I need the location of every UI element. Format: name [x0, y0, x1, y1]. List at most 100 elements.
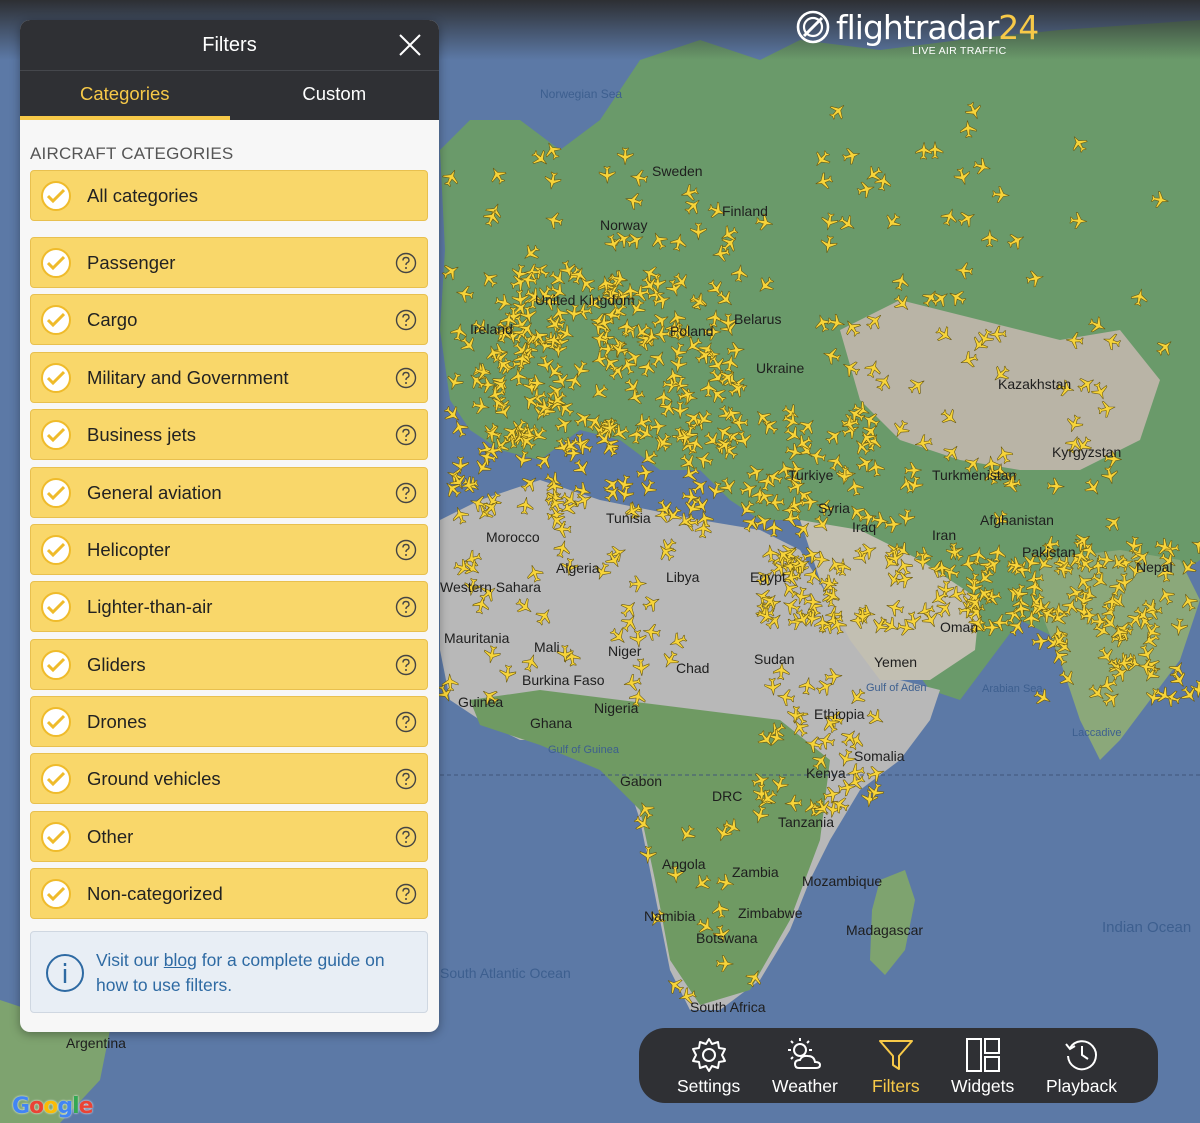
map-label: Gulf of Guinea [548, 744, 620, 756]
tab-custom[interactable]: Custom [230, 71, 440, 120]
toolbar-playback-button[interactable]: Playback [1046, 1036, 1117, 1097]
category-label: Gliders [87, 654, 146, 675]
checkbox-checked-icon[interactable] [41, 707, 71, 737]
toolbar-filters-label: Filters [872, 1076, 920, 1096]
help-icon[interactable] [395, 252, 417, 274]
checkbox-checked-icon[interactable] [41, 879, 71, 909]
help-icon[interactable] [395, 883, 417, 905]
close-icon[interactable] [397, 32, 423, 58]
help-icon[interactable] [395, 424, 417, 446]
map-label: Nepal [1136, 559, 1173, 575]
checkbox-checked-icon[interactable] [41, 181, 71, 211]
category-row[interactable]: Helicopter [30, 524, 428, 575]
map-label: Poland [670, 323, 714, 339]
info-box: Visit our blog for a complete guide on h… [30, 931, 428, 1013]
weather-icon [787, 1038, 821, 1069]
gear-icon [691, 1038, 726, 1072]
checkbox-checked-icon[interactable] [41, 764, 71, 794]
help-icon[interactable] [395, 367, 417, 389]
checkbox-checked-icon[interactable] [41, 822, 71, 852]
map-label: South Africa [690, 999, 766, 1015]
info-text: Visit our blog for a complete guide on h… [96, 950, 385, 995]
help-icon[interactable] [395, 654, 417, 676]
tab-categories[interactable]: Categories [20, 71, 230, 120]
map-label: Norway [600, 217, 647, 233]
map-label: Laccadive [1072, 727, 1122, 739]
category-row[interactable]: Military and Government [30, 352, 428, 403]
category-label: Passenger [87, 252, 176, 273]
logo-tagline: LIVE AIR TRAFFIC [912, 45, 1007, 57]
help-icon[interactable] [395, 482, 417, 504]
help-icon[interactable] [395, 826, 417, 848]
category-row[interactable]: Cargo [30, 294, 428, 345]
map-label: Turkmenistan [932, 467, 1016, 483]
map-label: Norwegian Sea [540, 87, 622, 101]
map-label: South Atlantic Ocean [440, 965, 571, 981]
category-label: Other [87, 826, 134, 847]
map-label: Ethiopia [814, 706, 865, 722]
category-label: Helicopter [87, 539, 171, 560]
category-label: Military and Government [87, 367, 289, 388]
checkbox-checked-icon[interactable] [41, 478, 71, 508]
category-label: Cargo [87, 309, 138, 330]
checkbox-checked-icon[interactable] [41, 305, 71, 335]
category-row[interactable]: Business jets [30, 409, 428, 460]
checkbox-checked-icon[interactable] [41, 592, 71, 622]
map-label: Mali [534, 639, 560, 655]
help-icon[interactable] [395, 539, 417, 561]
filter-tabs: Categories Custom [20, 71, 439, 120]
toolbar-filters-button[interactable]: Filters [872, 1036, 920, 1097]
all-categories-row[interactable]: All categories [30, 170, 428, 221]
toolbar-weather-button[interactable]: Weather [772, 1036, 838, 1097]
checkbox-checked-icon[interactable] [41, 248, 71, 278]
history-icon [1064, 1040, 1097, 1071]
toolbar-widgets-button[interactable]: Widgets [951, 1036, 1014, 1097]
help-icon[interactable] [395, 768, 417, 790]
panel-title: Filters [202, 34, 257, 56]
checkbox-checked-icon[interactable] [41, 650, 71, 680]
category-row[interactable]: Passenger [30, 237, 428, 288]
help-icon[interactable] [395, 309, 417, 331]
checkbox-checked-icon[interactable] [41, 420, 71, 450]
map-label: Chad [676, 660, 709, 676]
toolbar-settings-button[interactable]: Settings [677, 1036, 740, 1097]
category-row[interactable]: Drones [30, 696, 428, 747]
section-title: AIRCRAFT CATEGORIES [30, 144, 234, 163]
map-label: United Kingdom [535, 292, 635, 308]
info-icon [46, 954, 84, 992]
checkbox-checked-icon[interactable] [41, 363, 71, 393]
map-label: Guinea [458, 694, 503, 710]
panel-header: Filters [20, 20, 439, 71]
map-label: Arabian Sea [982, 683, 1043, 695]
flightradar24-logo[interactable]: flightradar24 LIVE AIR TRAFFIC [794, 8, 1039, 58]
map-label: Nigeria [594, 700, 639, 716]
category-row[interactable]: Other [30, 811, 428, 862]
map-label: Finland [722, 203, 768, 219]
category-row[interactable]: Lighter-than-air [30, 581, 428, 632]
blog-link[interactable]: blog [164, 950, 197, 970]
map-label: Mauritania [444, 630, 510, 646]
map-label: Sudan [754, 651, 794, 667]
map-label: Morocco [486, 529, 540, 545]
help-icon[interactable] [395, 596, 417, 618]
category-row[interactable]: General aviation [30, 467, 428, 518]
map-label: Somalia [854, 748, 905, 764]
widgets-icon [965, 1038, 1000, 1072]
help-icon[interactable] [395, 711, 417, 733]
map-label: Iran [932, 527, 956, 543]
map-label: Oman [940, 619, 978, 635]
logo-wordmark: flightradar24 [836, 8, 1039, 47]
map-label: Kazakhstan [998, 376, 1071, 392]
map-label: Angola [662, 856, 706, 872]
map-label: Namibia [644, 908, 696, 924]
category-row[interactable]: Gliders [30, 639, 428, 690]
toolbar-playback-label: Playback [1046, 1076, 1118, 1096]
category-row[interactable]: Ground vehicles [30, 753, 428, 804]
checkbox-checked-icon[interactable] [41, 535, 71, 565]
map-label: Belarus [734, 311, 781, 327]
category-row[interactable]: Non-categorized [30, 868, 428, 919]
map-label: Zimbabwe [738, 905, 803, 921]
map-label: Gabon [620, 773, 662, 789]
map-label: Sweden [652, 163, 703, 179]
map-label: Pakistan [1022, 544, 1076, 560]
